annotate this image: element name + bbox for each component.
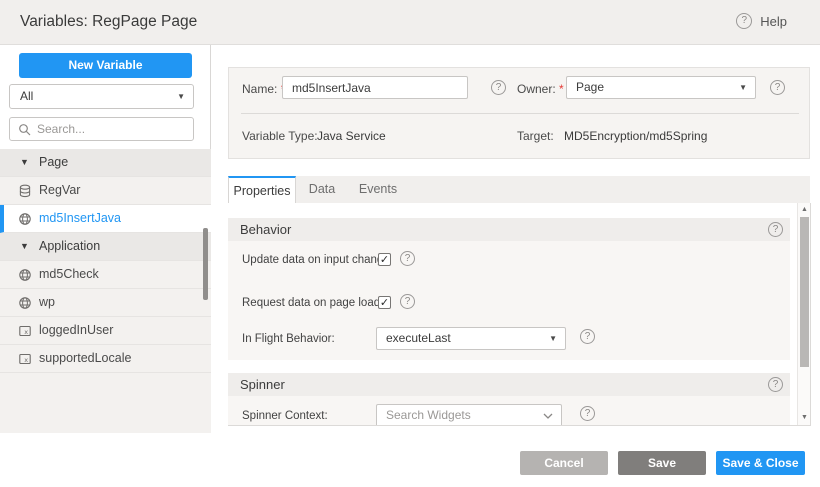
update-data-help-icon[interactable]: ? [400, 251, 415, 266]
chevron-down-icon [543, 413, 553, 420]
caret-down-icon: ▼ [20, 149, 29, 176]
scroll-down-icon[interactable]: ▼ [798, 414, 811, 421]
page-title: Variables: RegPage Page [20, 13, 197, 31]
sidebar-item-md5insertjava[interactable]: md5InsertJava [0, 205, 211, 233]
variables-sidebar: New Variable All ▼ ▼ Page [0, 45, 211, 433]
owner-value: Page [576, 80, 604, 94]
in-flight-behavior-label: In Flight Behavior: [242, 333, 335, 345]
svg-text:x: x [24, 328, 28, 336]
scroll-up-icon[interactable]: ▲ [798, 206, 811, 213]
request-data-help-icon[interactable]: ? [400, 294, 415, 309]
sidebar-item-supportedlocale[interactable]: x supportedLocale [0, 345, 211, 373]
spinner-help-icon[interactable]: ? [768, 377, 783, 392]
required-asterisk: * [559, 82, 564, 96]
caret-down-icon: ▼ [739, 77, 747, 98]
owner-help-icon[interactable]: ? [770, 80, 785, 95]
target-value: MD5Encryption/md5Spring [564, 129, 707, 143]
caret-down-icon: ▼ [549, 328, 557, 349]
variable-icon: x [18, 324, 32, 338]
save-button[interactable]: Save [618, 451, 706, 475]
name-help-icon[interactable]: ? [491, 80, 506, 95]
help-icon: ? [736, 13, 752, 29]
spinner-context-placeholder: Search Widgets [386, 408, 471, 422]
service-icon [18, 212, 32, 226]
sidebar-item-md5check[interactable]: md5Check [0, 261, 211, 289]
in-flight-behavior-help-icon[interactable]: ? [580, 329, 595, 344]
save-and-close-button[interactable]: Save & Close [716, 451, 805, 475]
search-input[interactable] [37, 122, 177, 136]
target-label: Target: [517, 129, 554, 143]
variable-filter-value: All [20, 89, 33, 103]
sidebar-group-application[interactable]: ▼ Application [0, 233, 211, 261]
behavior-help-icon[interactable]: ? [768, 222, 783, 237]
behavior-section-header: Behavior ? [228, 218, 790, 241]
variable-type-value: Java Service [317, 129, 386, 143]
request-data-checkbox[interactable]: ✓ [378, 296, 391, 309]
sidebar-item-loggedinuser[interactable]: x loggedInUser [0, 317, 211, 345]
properties-pane: Behavior ? Update data on input change ✓… [228, 203, 811, 426]
variable-summary-panel: Name: * ? Owner: * Page ▼ ? Variable Typ… [228, 67, 810, 159]
tab-properties[interactable]: Properties [228, 176, 296, 204]
cancel-button[interactable]: Cancel [520, 451, 608, 475]
in-flight-behavior-select[interactable]: executeLast ▼ [376, 327, 566, 350]
service-icon [18, 296, 32, 310]
name-input[interactable] [282, 76, 468, 99]
service-icon [18, 268, 32, 282]
variable-icon: x [18, 352, 32, 366]
spinner-context-combobox[interactable]: Search Widgets [376, 404, 562, 426]
owner-select[interactable]: Page ▼ [566, 76, 756, 99]
help-button[interactable]: ? Help [736, 13, 787, 29]
behavior-title: Behavior [240, 222, 291, 237]
spinner-title: Spinner [240, 377, 285, 392]
tab-data[interactable]: Data [300, 176, 344, 204]
variable-type-label: Variable Type: [242, 129, 318, 143]
spinner-section-header: Spinner ? [228, 373, 790, 396]
caret-down-icon: ▼ [177, 85, 185, 108]
owner-label: Owner: * [517, 82, 564, 96]
variable-detail-panel: Name: * ? Owner: * Page ▼ ? Variable Typ… [211, 45, 820, 433]
update-data-label: Update data on input change [242, 254, 390, 266]
detail-tabs: Properties Data Events [228, 176, 810, 204]
caret-down-icon: ▼ [20, 233, 29, 260]
search-icon [18, 123, 31, 136]
spinner-context-help-icon[interactable]: ? [580, 406, 595, 421]
variables-dialog: Variables: RegPage Page ? Help New Varia… [0, 0, 820, 487]
new-variable-button[interactable]: New Variable [19, 53, 192, 78]
variable-list: ▼ Page RegVar md5InsertJava [0, 149, 211, 433]
update-data-checkbox[interactable]: ✓ [378, 253, 391, 266]
request-data-label: Request data on page load [242, 297, 380, 309]
database-icon [18, 184, 32, 198]
dialog-header: Variables: RegPage Page ? Help [0, 0, 820, 45]
form-divider [241, 113, 799, 114]
sidebar-item-regvar[interactable]: RegVar [0, 177, 211, 205]
section-behavior: Behavior ? Update data on input change ✓… [228, 218, 790, 360]
svg-text:x: x [24, 356, 28, 364]
spinner-section-body: Spinner Context: Search Widgets ? [228, 396, 790, 426]
tab-events[interactable]: Events [348, 176, 408, 204]
variable-search[interactable] [9, 117, 194, 141]
sidebar-group-page[interactable]: ▼ Page [0, 149, 211, 177]
sidebar-item-wp[interactable]: wp [0, 289, 211, 317]
in-flight-behavior-value: executeLast [386, 331, 451, 345]
spinner-context-label: Spinner Context: [242, 410, 328, 422]
help-label: Help [760, 14, 787, 29]
sidebar-scrollbar-thumb[interactable] [203, 228, 208, 300]
scrollbar-thumb[interactable] [800, 217, 809, 367]
name-label: Name: * [242, 82, 285, 96]
behavior-section-body: Update data on input change ✓ ? Request … [228, 241, 790, 360]
properties-scrollbar[interactable]: ▲ ▼ [797, 203, 810, 425]
variable-filter-select[interactable]: All ▼ [9, 84, 194, 109]
section-spinner: Spinner ? Spinner Context: Search Widget… [228, 373, 790, 426]
